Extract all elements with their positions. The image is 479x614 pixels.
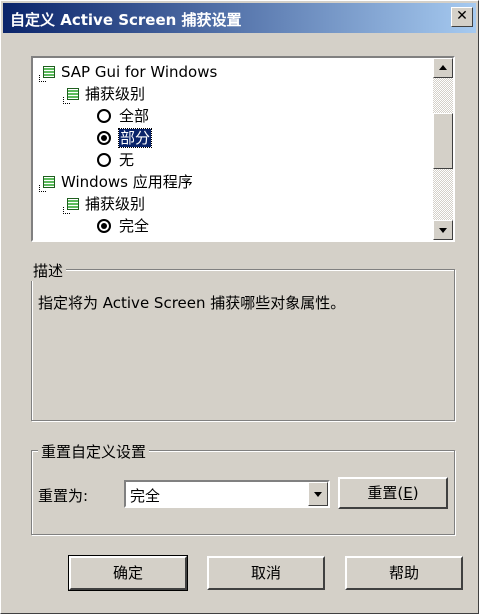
window-title: 自定义 Active Screen 捕获设置 bbox=[10, 11, 242, 29]
reset-group-label: 重置自定义设置 bbox=[38, 441, 150, 462]
capture-tree[interactable]: SAP Gui for Windows 捕获级别 全部 部分 无 Windows… bbox=[31, 56, 455, 242]
scroll-up-button[interactable] bbox=[433, 58, 453, 78]
close-icon: ✕ bbox=[456, 8, 468, 24]
radio-icon bbox=[97, 130, 111, 145]
reset-to-label: 重置为: bbox=[38, 487, 89, 505]
tree-node-capture-level-2[interactable]: 捕获级别 bbox=[63, 193, 145, 215]
title-bar[interactable]: 自定义 Active Screen 捕获设置 ✕ bbox=[3, 3, 476, 33]
cancel-button[interactable]: 取消 bbox=[207, 556, 325, 590]
tree-folder-icon bbox=[39, 175, 57, 192]
scroll-up-icon bbox=[439, 65, 447, 70]
ok-button[interactable]: 确定 bbox=[68, 555, 188, 591]
dropdown-icon bbox=[314, 492, 322, 497]
radio-all[interactable]: 全部 bbox=[97, 105, 149, 127]
radio-partial[interactable]: 部分 bbox=[97, 127, 153, 149]
scroll-down-button[interactable] bbox=[433, 220, 453, 240]
tree-folder-icon bbox=[39, 65, 57, 82]
help-button[interactable]: 帮助 bbox=[345, 556, 463, 590]
radio-icon bbox=[97, 108, 111, 123]
description-text: 指定将为 Active Screen 捕获哪些对象属性。 bbox=[38, 294, 346, 312]
radio-icon bbox=[97, 218, 111, 233]
tree-folder-icon bbox=[63, 197, 81, 214]
tree-node-windows-apps[interactable]: Windows 应用程序 bbox=[39, 171, 193, 193]
scroll-thumb[interactable] bbox=[433, 113, 453, 169]
tree-scrollbar[interactable] bbox=[433, 58, 453, 240]
tree-node-sap-gui[interactable]: SAP Gui for Windows bbox=[39, 61, 217, 83]
reset-to-select[interactable]: 完全 bbox=[124, 480, 330, 508]
radio-complete[interactable]: 完全 bbox=[97, 215, 149, 237]
description-label: 描述 bbox=[30, 260, 67, 281]
tree-folder-icon bbox=[63, 87, 81, 104]
reset-group: 重置自定义设置 重置为: 完全 重置(E) bbox=[31, 441, 455, 535]
dialog-window: 自定义 Active Screen 捕获设置 ✕ SAP Gui for Win… bbox=[0, 0, 479, 614]
reset-to-dropdown-button[interactable] bbox=[308, 482, 328, 506]
scroll-down-icon bbox=[439, 228, 447, 233]
radio-icon bbox=[97, 152, 111, 167]
reset-to-value: 完全 bbox=[130, 487, 161, 505]
radio-none[interactable]: 无 bbox=[97, 149, 134, 171]
tree-node-capture-level[interactable]: 捕获级别 bbox=[63, 83, 145, 105]
description-group: 描述 指定将为 Active Screen 捕获哪些对象属性。 bbox=[30, 260, 455, 421]
close-button[interactable]: ✕ bbox=[451, 7, 473, 27]
reset-button[interactable]: 重置(E) bbox=[338, 477, 448, 509]
